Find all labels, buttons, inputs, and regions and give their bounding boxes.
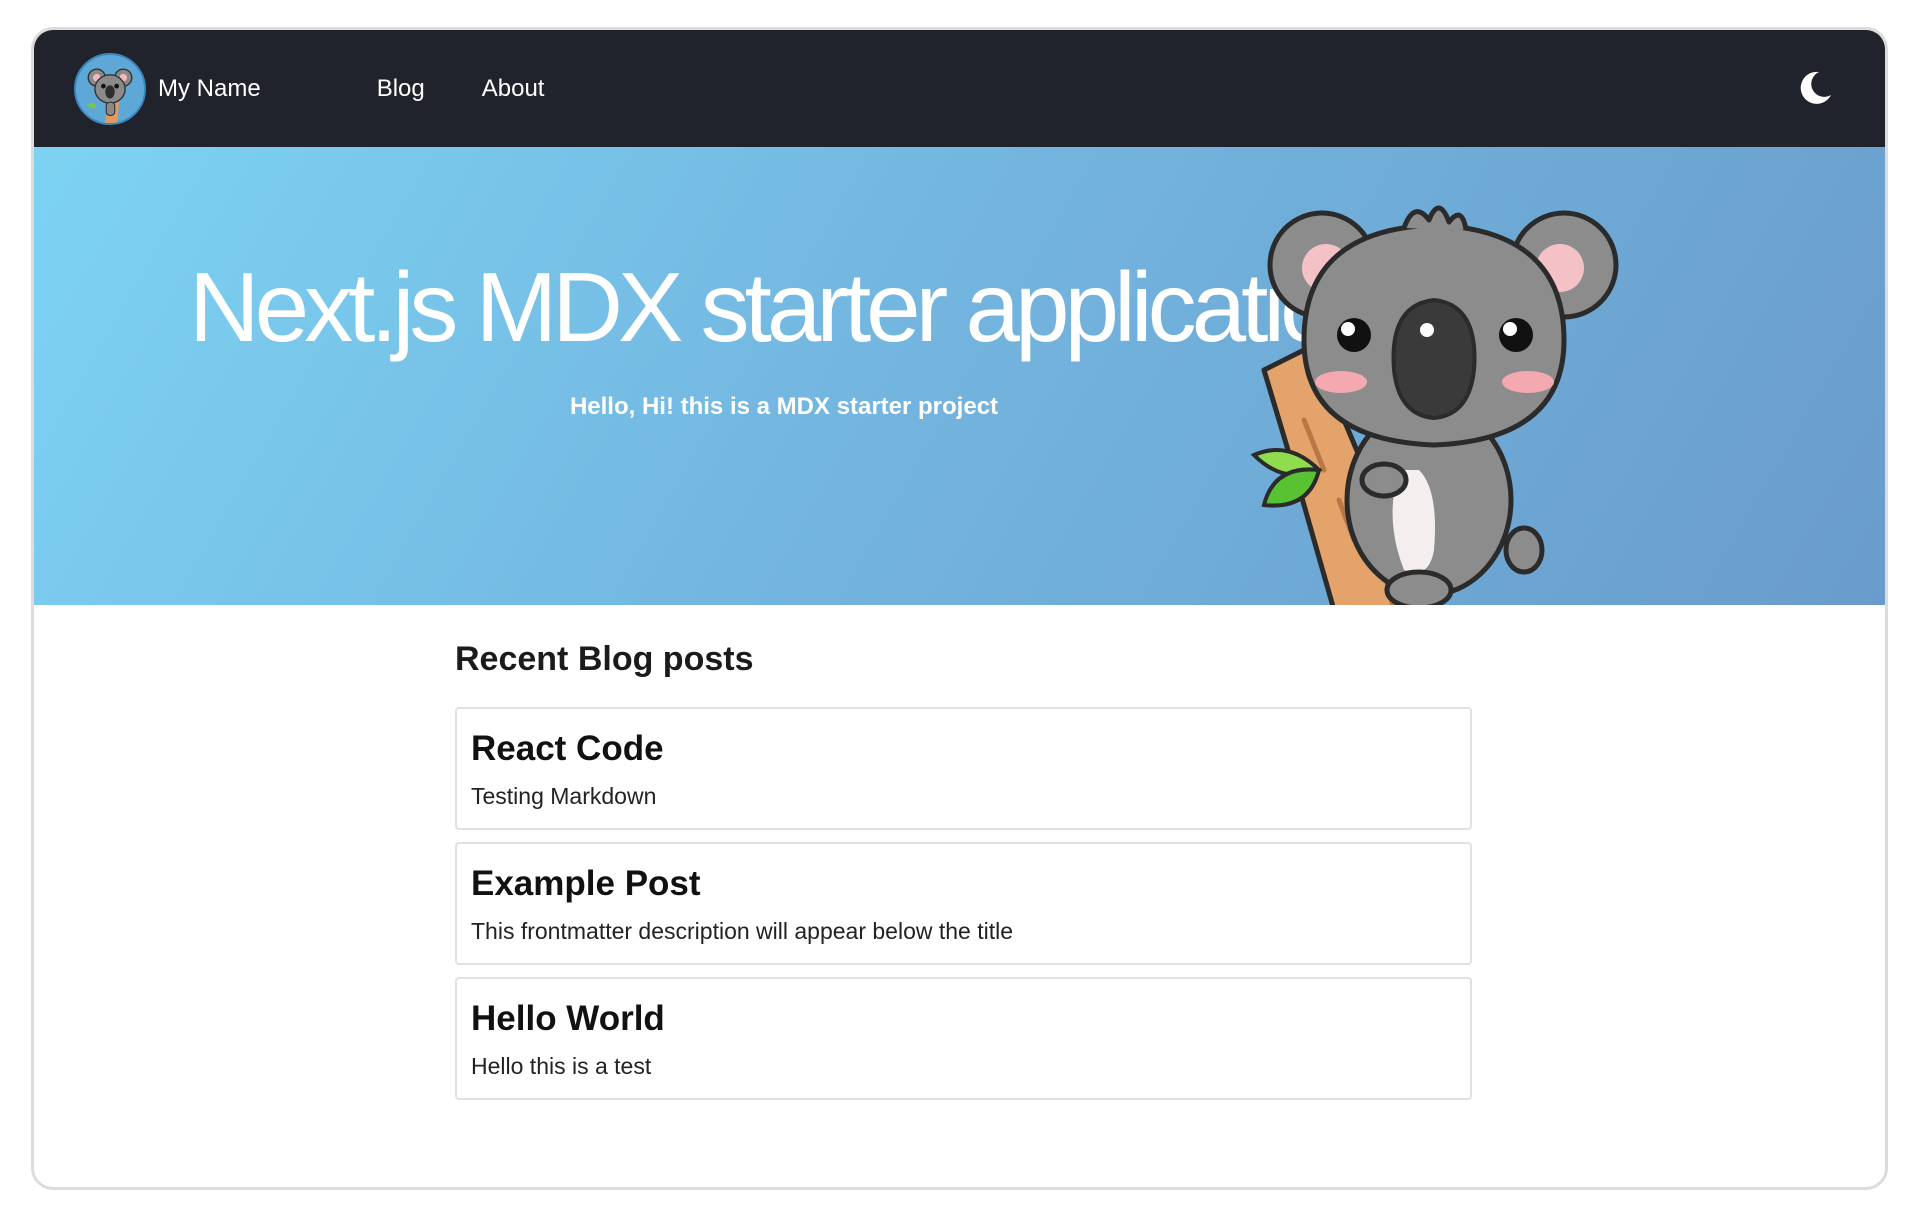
post-card-example-post[interactable]: Example Post This frontmatter descriptio… [455, 842, 1472, 965]
post-description: This frontmatter description will appear… [471, 918, 1014, 944]
post-title[interactable]: Hello World [471, 999, 1456, 1039]
navbar: My Name Blog About [34, 30, 1885, 147]
nav-link-about[interactable]: About [482, 75, 545, 103]
nav-links: Blog About [377, 75, 602, 103]
koala-avatar-icon [76, 54, 144, 123]
post-list: React Code Testing Markdown Example Post… [455, 707, 1472, 1100]
post-title[interactable]: React Code [471, 729, 1456, 769]
recent-posts-heading: Recent Blog posts [455, 640, 754, 678]
nav-link-blog[interactable]: Blog [377, 75, 425, 103]
post-card-hello-world[interactable]: Hello World Hello this is a test [455, 977, 1472, 1100]
hero-banner: Next.js MDX starter application Hello, H… [34, 147, 1885, 605]
post-title[interactable]: Example Post [471, 864, 1456, 904]
post-description: Hello this is a test [471, 1053, 652, 1079]
brand-name: My Name [158, 74, 261, 102]
moon-icon [1800, 71, 1831, 104]
theme-toggle-button[interactable] [1795, 68, 1835, 108]
post-card-react-code[interactable]: React Code Testing Markdown [455, 707, 1472, 830]
brand-home-link[interactable]: My Name [74, 52, 261, 125]
avatar [74, 52, 146, 125]
main-content: Recent Blog posts React Code Testing Mar… [455, 640, 1472, 1112]
koala-illustration [1234, 170, 1634, 605]
browser-frame: My Name Blog About Next.js MDX starter a… [31, 27, 1888, 1190]
koala-icon [1250, 205, 1619, 605]
post-description: Testing Markdown [471, 783, 657, 809]
